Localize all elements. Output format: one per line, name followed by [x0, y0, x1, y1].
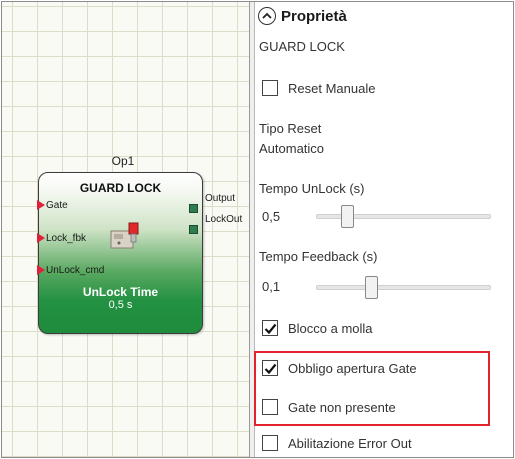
output-pin-lockout[interactable]: [189, 225, 198, 234]
section-header: Proprietà: [258, 7, 347, 25]
block-type-label: GUARD LOCK: [259, 39, 345, 54]
guard-lock-block[interactable]: GUARD LOCK Gate Lock_fbk UnLock_cmd Outp…: [37, 172, 242, 334]
tempo-unlock-value: 0,5: [262, 209, 281, 224]
abilitazione-error-out-checkbox[interactable]: Abilitazione Error Out: [262, 435, 412, 451]
checkbox-box[interactable]: [262, 320, 278, 336]
window-frame: Op1 GUARD LOCK Gate Lock_fbk UnLock_cmd …: [1, 1, 514, 458]
input-pin-gate[interactable]: Gate: [37, 200, 68, 211]
input-pin-lock-fbk[interactable]: Lock_fbk: [37, 233, 86, 244]
tipo-reset-value: Automatico: [259, 141, 325, 156]
input-pin-unlock-cmd[interactable]: UnLock_cmd: [37, 265, 104, 276]
tempo-unlock-label: Tempo UnLock (s): [259, 181, 365, 196]
blocco-molla-checkbox[interactable]: Blocco a molla: [262, 320, 373, 336]
input-arrow-icon: [37, 200, 45, 211]
input-arrow-icon: [37, 233, 45, 244]
block-title: GUARD LOCK: [79, 181, 162, 195]
input-pin-label: UnLock_cmd: [46, 265, 105, 276]
check-icon: [264, 363, 276, 374]
obbligo-apertura-gate-checkbox[interactable]: Obbligo apertura Gate: [262, 360, 417, 376]
diagram-canvas[interactable]: Op1 GUARD LOCK Gate Lock_fbk UnLock_cmd …: [2, 2, 250, 457]
checkbox-label: Abilitazione Error Out: [288, 435, 412, 451]
block-param-label: UnLock Time: [82, 285, 159, 299]
checkbox-box[interactable]: [262, 399, 278, 415]
gate-non-presente-checkbox[interactable]: Gate non presente: [262, 399, 396, 415]
block-param-value: 0,5 s: [108, 299, 133, 311]
input-pin-label: Gate: [46, 200, 68, 211]
block-caption: Op1: [111, 154, 135, 168]
panel-splitter[interactable]: [250, 2, 255, 457]
tempo-feedback-label: Tempo Feedback (s): [259, 249, 378, 264]
output-pin-label-output: Output: [205, 193, 236, 204]
checkbox-label: Gate non presente: [288, 399, 396, 415]
tempo-feedback-slider[interactable]: [316, 276, 491, 299]
slider-thumb[interactable]: [341, 205, 354, 228]
section-title: Proprietà: [281, 7, 347, 25]
reset-manuale-checkbox[interactable]: Reset Manuale: [262, 80, 375, 96]
output-pin-label-lockout: LockOut: [205, 214, 243, 225]
tempo-feedback-value: 0,1: [262, 279, 281, 294]
checkbox-box[interactable]: [262, 80, 278, 96]
checkbox-label: Blocco a molla: [288, 320, 373, 336]
checkbox-label: Obbligo apertura Gate: [288, 360, 417, 376]
slider-thumb[interactable]: [365, 276, 378, 299]
tempo-unlock-slider[interactable]: [316, 205, 491, 228]
output-pin-output[interactable]: [189, 204, 198, 213]
properties-panel: Proprietà GUARD LOCK Reset Manuale Tipo …: [256, 2, 513, 457]
door-lock-icon: [109, 221, 143, 251]
checkbox-box[interactable]: [262, 435, 278, 451]
input-arrow-icon: [37, 265, 45, 276]
tipo-reset-label: Tipo Reset: [259, 121, 322, 136]
checkbox-box[interactable]: [262, 360, 278, 376]
input-pin-label: Lock_fbk: [46, 233, 87, 244]
chevron-up-icon[interactable]: [258, 7, 276, 25]
check-icon: [264, 323, 276, 334]
checkbox-label: Reset Manuale: [288, 80, 376, 96]
